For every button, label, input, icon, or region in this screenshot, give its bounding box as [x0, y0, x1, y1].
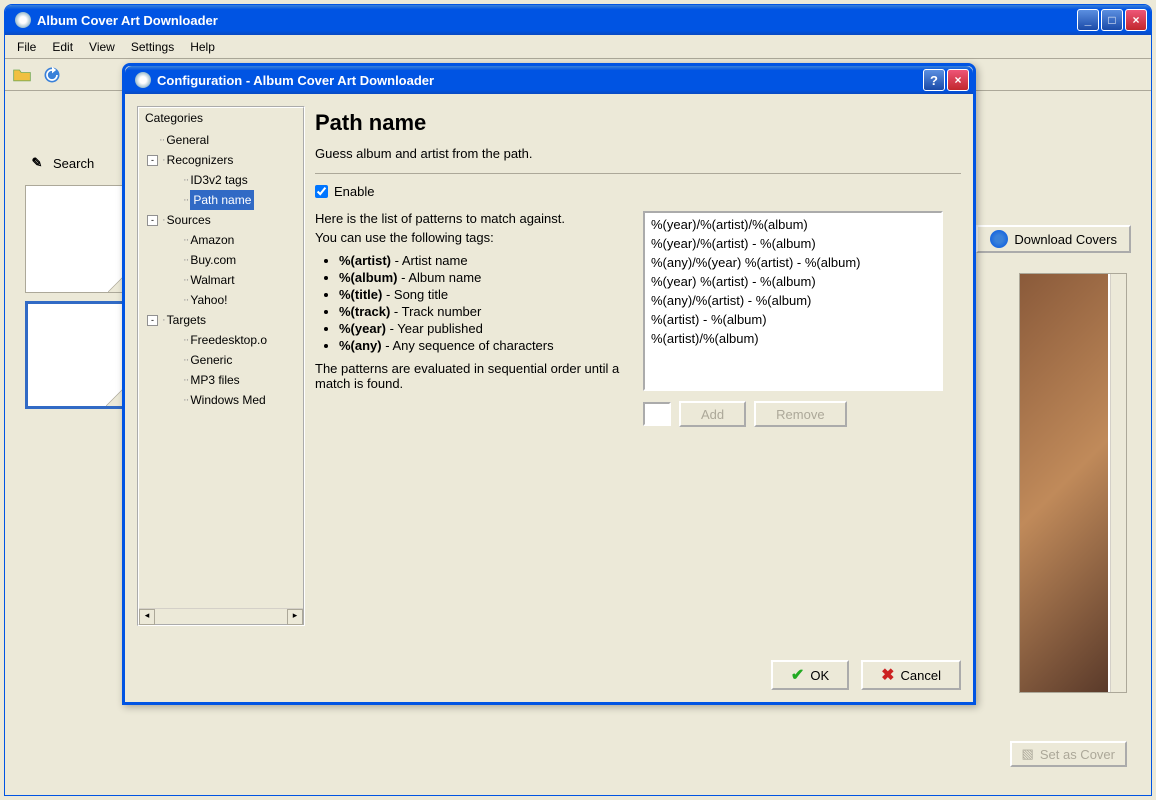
menu-settings[interactable]: Settings	[123, 38, 182, 56]
dialog-titlebar[interactable]: Configuration - Album Cover Art Download…	[125, 66, 973, 94]
pattern-item[interactable]: %(artist) - %(album)	[647, 310, 939, 329]
scroll-left-icon[interactable]: ◂	[139, 609, 155, 625]
enable-checkbox[interactable]	[315, 185, 328, 198]
app-icon	[15, 12, 31, 28]
pattern-item[interactable]: %(year)/%(artist)/%(album)	[647, 215, 939, 234]
menu-file[interactable]: File	[9, 38, 44, 56]
enable-label: Enable	[334, 184, 374, 199]
album-thumbnails	[25, 185, 135, 417]
ok-button[interactable]: ✔ OK	[771, 660, 849, 690]
pattern-item[interactable]: %(any)/%(artist) - %(album)	[647, 291, 939, 310]
pattern-item[interactable]: %(any)/%(year) %(artist) - %(album)	[647, 253, 939, 272]
cancel-button[interactable]: ✖ Cancel	[861, 660, 961, 690]
dialog-title: Configuration - Album Cover Art Download…	[157, 73, 921, 88]
tree-id3v2[interactable]: ID3v2 tags	[190, 170, 247, 190]
download-covers-button[interactable]: Download Covers	[976, 225, 1131, 253]
search-icon: ✎	[29, 155, 45, 171]
tree-freedesktop[interactable]: Freedesktop.o	[190, 330, 267, 350]
enable-row[interactable]: Enable	[315, 184, 961, 199]
check-icon: ✔	[791, 665, 804, 685]
collapse-icon[interactable]: -	[147, 155, 158, 166]
remove-button[interactable]: Remove	[754, 401, 846, 427]
download-icon	[990, 230, 1008, 248]
tree-targets[interactable]: Targets	[167, 310, 206, 330]
album-thumb[interactable]	[25, 185, 133, 293]
scroll-right-icon[interactable]: ▸	[287, 609, 303, 625]
cover-preview-panel	[1019, 273, 1127, 693]
dialog-close-button[interactable]: ×	[947, 69, 969, 91]
config-panel: Path name Guess album and artist from th…	[315, 106, 961, 690]
menubar: File Edit View Settings Help	[5, 35, 1151, 59]
menu-edit[interactable]: Edit	[44, 38, 81, 56]
set-as-cover-button[interactable]: ▧ Set as Cover	[1010, 741, 1127, 767]
tree-mp3[interactable]: MP3 files	[190, 370, 239, 390]
tree-general[interactable]: General	[166, 130, 209, 150]
pattern-item[interactable]: %(artist)/%(album)	[647, 329, 939, 348]
search-row: ✎ Search	[29, 155, 94, 171]
tree-sources[interactable]: Sources	[167, 210, 211, 230]
categories-tree-panel: Categories ··General -·Recognizers ··ID3…	[137, 106, 305, 626]
tree-winmedia[interactable]: Windows Med	[190, 390, 265, 410]
tree-amazon[interactable]: Amazon	[190, 230, 234, 250]
open-folder-icon[interactable]	[9, 62, 35, 88]
refresh-icon[interactable]	[39, 62, 65, 88]
tree-recognizers[interactable]: Recognizers	[167, 150, 234, 170]
tree-generic[interactable]: Generic	[190, 350, 232, 370]
scrollbar[interactable]	[1110, 274, 1126, 692]
panel-title: Path name	[315, 110, 961, 136]
collapse-icon[interactable]: -	[147, 215, 158, 226]
categories-tree[interactable]: ··General -·Recognizers ··ID3v2 tags ··P…	[139, 128, 303, 608]
main-titlebar[interactable]: Album Cover Art Downloader _ □ ×	[5, 5, 1151, 35]
maximize-button[interactable]: □	[1101, 9, 1123, 31]
minimize-button[interactable]: _	[1077, 9, 1099, 31]
divider	[315, 173, 961, 174]
menu-view[interactable]: View	[81, 38, 123, 56]
tree-h-scrollbar[interactable]: ◂ ▸	[139, 608, 303, 624]
main-title: Album Cover Art Downloader	[37, 13, 1075, 28]
image-icon: ▧	[1022, 746, 1034, 762]
pattern-input[interactable]	[643, 402, 671, 426]
tree-buycom[interactable]: Buy.com	[190, 250, 236, 270]
menu-help[interactable]: Help	[182, 38, 223, 56]
tree-yahoo[interactable]: Yahoo!	[190, 290, 227, 310]
close-button[interactable]: ×	[1125, 9, 1147, 31]
pattern-item[interactable]: %(year) %(artist) - %(album)	[647, 272, 939, 291]
pattern-list[interactable]: %(year)/%(artist)/%(album) %(year)/%(art…	[643, 211, 943, 391]
pattern-item[interactable]: %(year)/%(artist) - %(album)	[647, 234, 939, 253]
cover-preview-image[interactable]	[1020, 274, 1108, 692]
add-button[interactable]: Add	[679, 401, 746, 427]
configuration-dialog: Configuration - Album Cover Art Download…	[122, 63, 976, 705]
dialog-app-icon	[135, 72, 151, 88]
tree-heading: Categories	[139, 108, 303, 128]
tree-walmart[interactable]: Walmart	[190, 270, 234, 290]
panel-subtitle: Guess album and artist from the path.	[315, 146, 961, 161]
tags-description: Here is the list of patterns to match ag…	[315, 211, 625, 427]
album-thumb-selected[interactable]	[25, 301, 133, 409]
tree-pathname[interactable]: Path name	[190, 190, 254, 210]
collapse-icon[interactable]: -	[147, 315, 158, 326]
x-icon: ✖	[881, 665, 894, 685]
search-label: Search	[53, 156, 94, 171]
help-button[interactable]: ?	[923, 69, 945, 91]
